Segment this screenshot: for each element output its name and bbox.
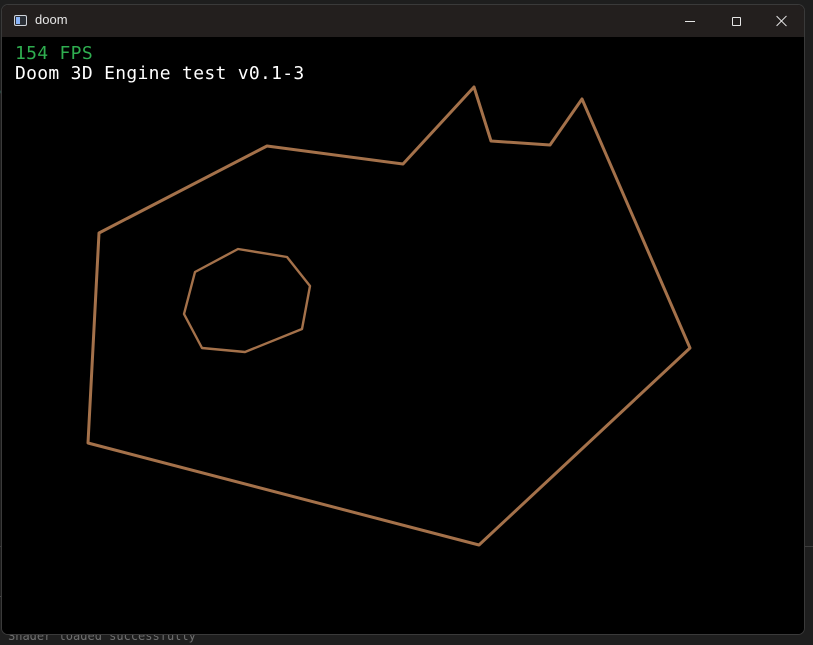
maximize-button[interactable] bbox=[713, 5, 759, 37]
engine-title: Doom 3D Engine test v0.1-3 bbox=[15, 63, 305, 84]
scene-canvas bbox=[86, 85, 692, 547]
minimize-icon bbox=[685, 20, 695, 22]
app-icon bbox=[14, 15, 27, 26]
app-window: doom 154 FPS Doom 3D Engine test v0.1-3 bbox=[1, 4, 805, 635]
title-bar[interactable]: doom bbox=[2, 5, 804, 37]
render-viewport[interactable]: 154 FPS Doom 3D Engine test v0.1-3 bbox=[2, 37, 804, 634]
maximize-icon bbox=[731, 16, 741, 26]
close-icon bbox=[776, 15, 788, 27]
close-button[interactable] bbox=[759, 5, 804, 37]
outer-room-walls bbox=[86, 85, 692, 547]
window-title: doom bbox=[35, 12, 68, 27]
inner-pillar-walls bbox=[182, 247, 312, 354]
minimize-button[interactable] bbox=[667, 5, 713, 37]
fps-counter: 154 FPS bbox=[15, 43, 93, 64]
